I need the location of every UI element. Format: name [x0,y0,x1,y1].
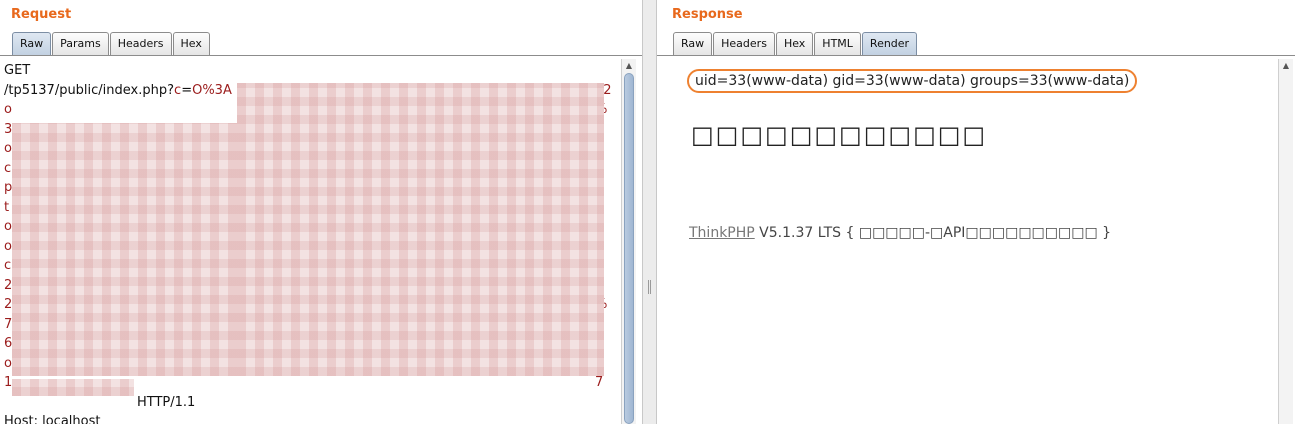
response-scrollbar[interactable]: ▲ [1278,59,1293,424]
response-tab-html[interactable]: HTML [814,32,861,56]
redacted-payload-block [12,379,134,396]
query-equals: = [181,82,193,98]
line-lead: o [4,219,12,234]
request-method-line: GET [4,61,619,81]
thinkphp-version-text: V5.1.37 LTS { □□□□□-□API□□□□□□□□□□ } [754,225,1112,241]
request-tab-hex[interactable]: Hex [172,32,210,56]
line-lead: t [4,199,10,215]
response-tab-headers[interactable]: Headers [713,32,775,56]
request-host-header: Host: localhost [4,414,101,424]
response-tab-raw[interactable]: Raw [673,32,713,56]
response-tab-underline [657,55,1295,56]
response-title: Response [672,7,743,22]
redacted-payload-block [12,123,237,376]
request-host-line: Host: localhost [4,412,619,424]
request-protocol: HTTP/1.1 [137,394,196,410]
line-lead: o [4,238,12,254]
response-tab-hex[interactable]: Hex [775,32,814,56]
scroll-up-arrow-icon[interactable]: ▲ [1281,61,1291,71]
request-tab-params[interactable]: Params [52,32,109,56]
thinkphp-footer: ThinkPHP V5.1.37 LTS { □□□□□-□API□□□□□□□… [689,225,1111,241]
burp-repeater-view: Request Raw Params Headers Hex GET /tp51… [0,0,1295,424]
request-method: GET [4,63,31,78]
rendered-response: uid=33(www-data) gid=33(www-data) groups… [669,61,1274,424]
line-lead: c [4,258,12,273]
request-path: /tp5137/public/index.php? [4,82,175,98]
response-tab-render[interactable]: Render [861,32,918,56]
rendered-heading: □□□□□□□□□□□□ [691,121,988,149]
request-tabbar: Raw Params Headers Hex [12,32,211,56]
request-pane: Request Raw Params Headers Hex GET /tp51… [0,0,642,424]
line-lead: o [4,141,12,156]
request-tab-headers[interactable]: Headers [109,32,172,56]
line-lead: o [4,355,12,371]
request-tab-underline [0,55,642,56]
request-tab-raw[interactable]: Raw [12,32,52,56]
line-lead: o [4,102,12,117]
pane-split-handle[interactable] [642,0,657,424]
command-output-highlighted: uid=33(www-data) gid=33(www-data) groups… [687,69,1138,93]
line-lead: c [4,160,12,176]
request-title: Request [11,7,72,22]
grip-icon [648,280,651,294]
query-param-value: O%3A [192,82,232,98]
redacted-payload-block [237,83,604,376]
thinkphp-link[interactable]: ThinkPHP [689,225,755,241]
response-tabbar: Raw Headers Hex HTML Render [673,32,918,56]
request-scroll-thumb[interactable] [624,73,634,424]
scroll-up-arrow-icon[interactable]: ▲ [624,61,634,71]
response-pane: Response Raw Headers Hex HTML Render uid… [657,0,1295,424]
request-scrollbar[interactable]: ▲ [621,59,636,424]
request-editor[interactable]: GET /tp5137/public/index.php?c=O%3A22 o%… [4,61,619,424]
